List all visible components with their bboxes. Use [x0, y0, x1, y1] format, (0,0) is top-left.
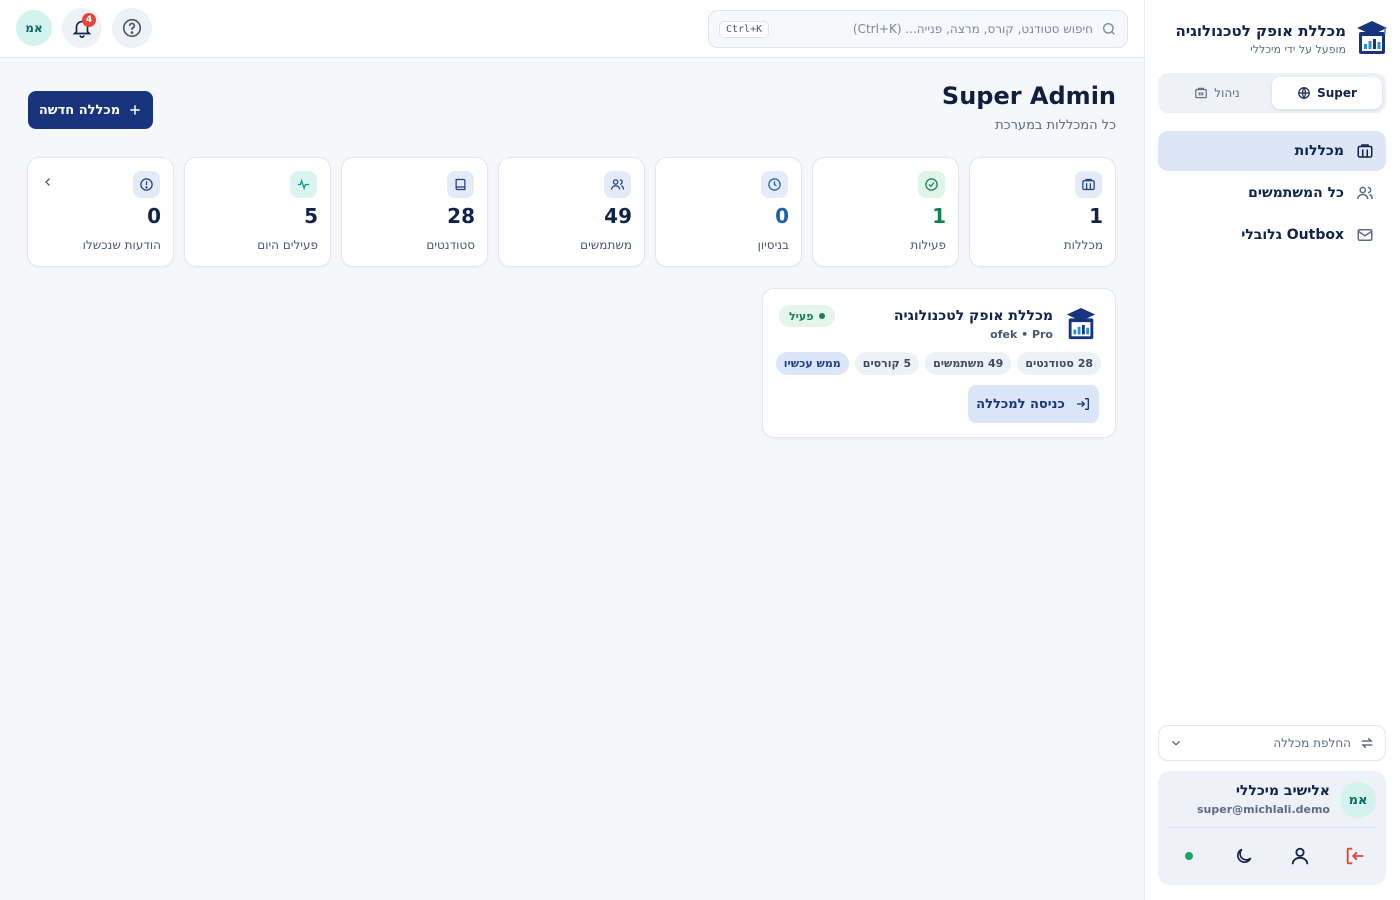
mode-tab-super-label: Super	[1317, 86, 1357, 100]
alert-circle-icon	[133, 171, 160, 198]
college-switcher[interactable]: החלפת מכללה	[1158, 725, 1386, 761]
new-college-button[interactable]: מכללה חדשה	[28, 91, 153, 129]
building-icon	[1075, 171, 1102, 198]
brand-name: מכללת אופק לטכנולוגיה	[1175, 22, 1346, 40]
enter-college-label: כניסה למכללה	[976, 396, 1065, 412]
status-dot	[819, 313, 826, 319]
book-icon	[447, 171, 474, 198]
online-status-dot	[1185, 852, 1194, 860]
stat-value: 5	[304, 204, 318, 228]
stat-card-trial: 0 בניסיון	[655, 157, 802, 267]
stat-value: 0	[147, 204, 161, 228]
users-icon	[1357, 186, 1373, 200]
brand: מכללת אופק לטכנולוגיה מופעל על ידי מיכלל…	[1156, 20, 1388, 60]
stat-value: 1	[1089, 204, 1103, 228]
theme-toggle-button[interactable]	[1227, 839, 1261, 873]
logout-button[interactable]	[1338, 839, 1372, 873]
search-shortcut: Ctrl+K	[719, 20, 770, 38]
stat-card-colleges: 1 מכללות	[969, 157, 1116, 267]
stat-label: משתמשים	[580, 238, 632, 252]
college-logo-icon	[1357, 21, 1387, 54]
profile-button[interactable]	[1283, 839, 1317, 873]
stat-label: פעילים היום	[257, 238, 318, 252]
search-box: Ctrl+K	[708, 10, 1128, 48]
stat-label: סטודנטים	[426, 238, 475, 252]
page-title: Super Admin	[941, 82, 1116, 110]
help-icon	[122, 18, 142, 38]
brand-subtitle: מופעל על ידי מיכללי	[1250, 43, 1346, 56]
college-name: מכללת אופק לטכנולוגיה	[893, 308, 1053, 324]
swap-icon	[1361, 737, 1373, 749]
chevron-down-icon	[1172, 740, 1180, 746]
stat-label: פעילות	[910, 238, 946, 252]
stat-value: 28	[447, 204, 475, 228]
stat-label: הודעות שנכשלו	[82, 238, 161, 252]
status-badge: פעיל	[779, 305, 836, 327]
college-card: מכללת אופק לטכנולוגיה ofek • Pro פעיל 28…	[762, 288, 1116, 438]
user-name: אלישיב מיכללי	[1235, 783, 1330, 799]
user-card: אמ אלישיב מיכללי super@michlali.demo	[1158, 771, 1386, 885]
new-college-label: מכללה חדשה	[38, 102, 121, 118]
check-circle-icon	[918, 171, 945, 198]
chip-students: 28 סטודנטים	[1017, 352, 1101, 375]
stat-card-students: 28 סטודנטים	[341, 157, 488, 267]
mode-switch: Super ניהול	[1158, 73, 1386, 113]
stat-value: 49	[604, 204, 632, 228]
plus-icon	[130, 105, 140, 115]
user-email: super@michlali.demo	[1197, 803, 1330, 816]
mode-tab-super[interactable]: Super	[1272, 77, 1382, 109]
sidebar-item-label: מכללות	[1294, 143, 1344, 159]
college-logo-icon	[1066, 307, 1096, 340]
stat-value: 0	[775, 204, 789, 228]
mode-tab-manage-label: ניהול	[1214, 86, 1240, 100]
login-icon	[1076, 398, 1089, 410]
logout-icon	[1346, 847, 1364, 865]
stat-label: בניסיון	[757, 238, 789, 252]
divider	[1168, 827, 1376, 828]
stats-row: 1 מכללות 1 פעילות 0 בניסיון 49 משתמשים 2…	[27, 157, 1116, 267]
search-input[interactable]	[777, 22, 1093, 36]
chevron-left-icon	[45, 178, 50, 186]
avatar[interactable]: אמ	[16, 10, 52, 46]
building-icon	[1357, 144, 1373, 158]
stat-value: 1	[932, 204, 946, 228]
user-icon	[1291, 847, 1308, 865]
sidebar: מכללת אופק לטכנולוגיה מופעל על ידי מיכלל…	[1144, 0, 1400, 900]
notification-badge: 4	[82, 13, 96, 27]
mode-tab-manage[interactable]: ניהול	[1162, 77, 1272, 109]
page-subtitle: כל המכללות במערכת	[995, 118, 1116, 133]
chip-users: 49 משתמשים	[925, 352, 1012, 375]
search-icon	[1103, 23, 1115, 35]
mail-icon	[1357, 229, 1373, 241]
sidebar-item-global-outbox[interactable]: Outbox גלובלי	[1158, 215, 1386, 255]
chip-last-active: ממש עכשיו	[775, 352, 849, 375]
help-button[interactable]	[112, 8, 152, 48]
enter-college-button[interactable]: כניסה למכללה	[968, 385, 1099, 423]
stat-card-active-today: 5 פעילים היום	[184, 157, 331, 267]
college-meta: ofek • Pro	[990, 328, 1053, 341]
user-actions	[1172, 839, 1372, 873]
clock-icon	[761, 171, 788, 198]
sidebar-nav: מכללות כל המשתמשים Outbox גלובלי	[1158, 131, 1386, 257]
moon-icon	[1237, 848, 1252, 863]
building-icon	[1195, 87, 1208, 99]
globe-icon	[1298, 87, 1310, 99]
sidebar-item-all-users[interactable]: כל המשתמשים	[1158, 173, 1386, 213]
sidebar-item-label: Outbox גלובלי	[1241, 227, 1344, 243]
stat-card-active: 1 פעילות	[812, 157, 959, 267]
users-icon	[604, 171, 631, 198]
sidebar-item-label: כל המשתמשים	[1248, 185, 1344, 201]
notifications-button[interactable]: 4	[62, 8, 102, 48]
college-switcher-label: החלפת מכללה	[1273, 736, 1351, 750]
stat-card-users: 49 משתמשים	[498, 157, 645, 267]
chip-courses: 5 קורסים	[854, 352, 920, 375]
stat-label: מכללות	[1063, 238, 1103, 252]
status-label: פעיל	[789, 309, 814, 323]
stat-card-failed-messages[interactable]: 0 הודעות שנכשלו	[27, 157, 174, 267]
avatar: אמ	[1340, 782, 1376, 818]
topbar: Ctrl+K 4 אמ	[0, 0, 1144, 58]
college-chips: 28 סטודנטים 49 משתמשים 5 קורסים ממש עכשי…	[775, 352, 1101, 375]
sidebar-item-colleges[interactable]: מכללות	[1158, 131, 1386, 171]
activity-icon	[290, 171, 317, 198]
